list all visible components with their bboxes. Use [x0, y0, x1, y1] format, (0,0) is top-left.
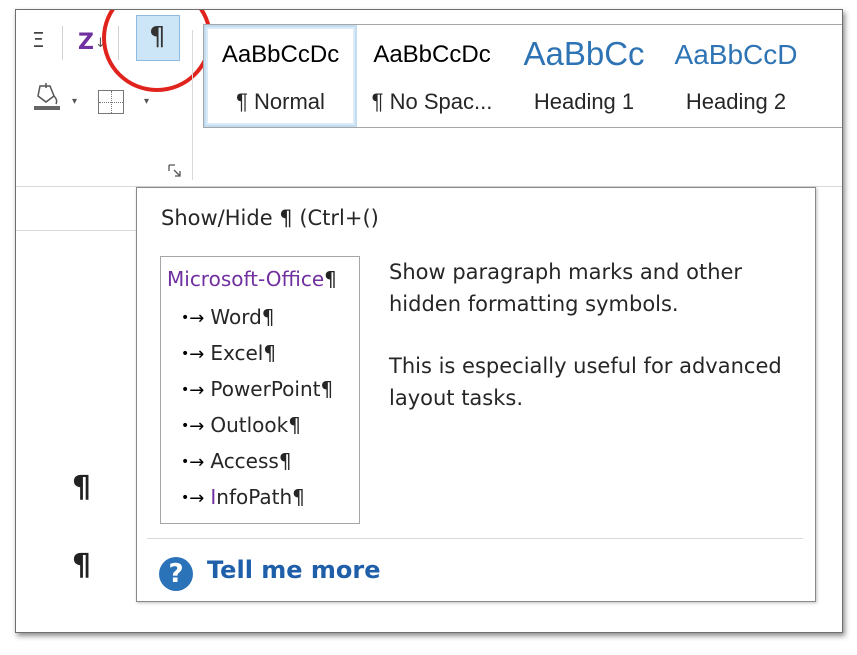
description-line: This is especially useful for advanced l…	[389, 354, 782, 410]
style-name: Heading 1	[533, 89, 635, 114]
style-sample: AaBbCc	[523, 35, 645, 72]
ribbon-paragraph-group: Ξ Z ↓ ¶ ▾ ▾ AaBbCcDc ¶ Normal AaBbCcDc ¶…	[16, 10, 842, 186]
style-name: ¶ Normal	[236, 89, 325, 114]
item-text: Access	[210, 449, 279, 473]
item-text: Word	[210, 305, 262, 329]
shading-icon[interactable]	[34, 82, 60, 112]
pilcrow-mark: ¶	[288, 413, 301, 437]
style-name: ¶ No Spac...	[371, 89, 493, 114]
tell-me-more-link[interactable]: Tell me more	[207, 556, 381, 584]
tab-arrow-mark: →	[189, 488, 205, 509]
group-divider	[192, 30, 193, 180]
pilcrow-mark: ¶	[261, 305, 275, 329]
ribbon-separator	[62, 26, 63, 60]
tooltip-title: Show/Hide ¶ (Ctrl+()	[161, 206, 379, 230]
preview-list-item: •→ Excel¶	[181, 341, 276, 365]
preview-list-item: •→ Access¶	[181, 449, 292, 473]
bullet-mark: •	[181, 346, 190, 362]
pilcrow-mark: ¶	[324, 267, 337, 291]
word-window: Ξ Z ↓ ¶ ▾ ▾ AaBbCcDc ¶ Normal AaBbCcDc ¶…	[15, 9, 843, 633]
bullet-mark: •	[181, 454, 190, 470]
multilevel-list-icon[interactable]: Ξ	[32, 28, 45, 52]
tooltip-description: Show paragraph marks and other hidden fo…	[389, 256, 799, 444]
item-text: Outlook	[210, 413, 289, 437]
style-heading-2[interactable]: AaBbCcD Heading 2	[660, 25, 812, 127]
shading-dropdown-icon[interactable]: ▾	[72, 96, 77, 107]
style-sample: AaBbCcD	[674, 39, 798, 70]
tab-arrow-mark: →	[189, 308, 205, 329]
item-text: Excel	[210, 341, 264, 365]
preview-heading-text: Microsoft-Office	[167, 267, 325, 291]
pilcrow-mark: ¶	[278, 449, 292, 473]
show-hide-tooltip: Show/Hide ¶ (Ctrl+() Microsoft-Office¶ •…	[136, 187, 816, 602]
tab-arrow-mark: →	[189, 344, 205, 365]
preview-list-item: •→ PowerPoint¶	[181, 377, 333, 401]
style-sample: AaBbCcDc	[373, 41, 491, 68]
preview-heading: Microsoft-Office¶	[167, 267, 337, 291]
bullet-mark: •	[181, 490, 190, 506]
pilcrow-mark: ¶	[320, 377, 334, 401]
borders-dropdown-icon[interactable]: ▾	[144, 96, 149, 107]
item-text: nfoPath	[216, 485, 293, 509]
style-heading-1[interactable]: AaBbCc Heading 1	[508, 25, 660, 127]
pilcrow-mark: ¶	[292, 485, 305, 509]
tab-arrow-mark: →	[189, 416, 205, 437]
tab-arrow-mark: →	[189, 380, 205, 401]
tooltip-separator	[147, 538, 803, 539]
style-name: Heading 2	[685, 89, 787, 114]
highlight-circle-annotation	[102, 10, 212, 92]
sort-icon[interactable]: Z	[78, 30, 94, 55]
styles-gallery: AaBbCcDc ¶ Normal AaBbCcDc ¶ No Spac... …	[203, 24, 842, 128]
bullet-mark: •	[181, 418, 190, 434]
dialog-launcher-icon[interactable]	[168, 164, 182, 178]
paragraph-mark: ¶	[72, 470, 92, 505]
borders-icon[interactable]	[98, 90, 124, 114]
item-text: PowerPoint	[210, 377, 321, 401]
style-no-spacing[interactable]: AaBbCcDc ¶ No Spac...	[356, 25, 508, 127]
style-sample: AaBbCcDc	[221, 41, 340, 68]
paragraph-mark: ¶	[72, 548, 92, 583]
preview-list-item: •→ Word¶	[181, 305, 275, 329]
help-icon[interactable]: ?	[159, 557, 193, 591]
style-normal[interactable]: AaBbCcDc ¶ Normal	[204, 25, 357, 127]
ruler-line	[16, 230, 136, 231]
pilcrow-mark: ¶	[263, 341, 277, 365]
bullet-mark: •	[181, 382, 190, 398]
preview-list-item: •→ InfoPath¶	[181, 485, 305, 509]
preview-list-item: •→ Outlook¶	[181, 413, 301, 437]
tab-arrow-mark: →	[189, 452, 205, 473]
formatting-preview: Microsoft-Office¶ •→ Word¶ •→ Excel¶ •→ Power…	[160, 256, 360, 524]
bullet-mark: •	[181, 310, 190, 326]
description-line: Show paragraph marks and other hidden fo…	[389, 260, 743, 316]
